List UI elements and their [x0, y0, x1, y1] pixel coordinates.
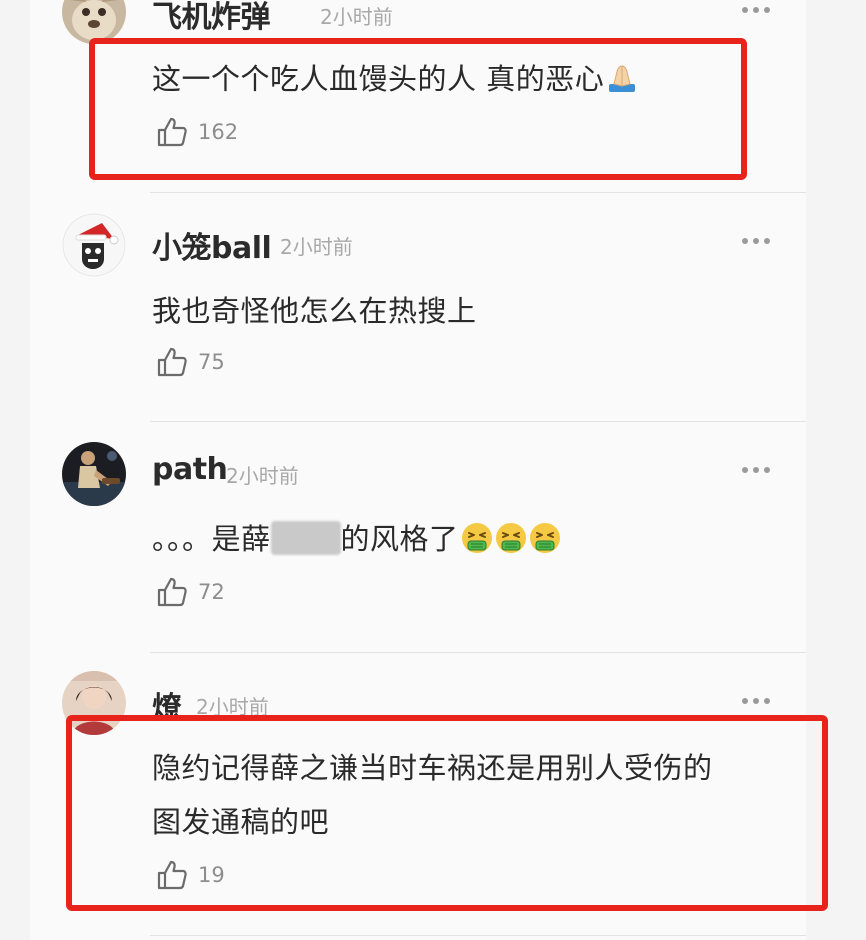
more-options-icon[interactable] — [742, 6, 772, 14]
avatar[interactable] — [62, 442, 126, 506]
comment-text: 。。。是薛 的风格了 — [152, 516, 561, 558]
more-options-icon[interactable] — [742, 466, 772, 474]
highlight-box — [66, 715, 828, 911]
like-count: 72 — [198, 580, 225, 604]
like-count: 75 — [198, 350, 225, 374]
redacted-blur — [270, 521, 341, 555]
username[interactable]: 飞机炸弹 — [152, 0, 271, 36]
avatar[interactable] — [62, 213, 126, 277]
nauseated-face-emoji-icon — [461, 523, 492, 553]
comment-item: path 2小时前 。。。是薛 的风格了 72 — [30, 422, 806, 653]
username[interactable]: path — [152, 452, 228, 487]
timestamp: 2小时前 — [280, 235, 353, 259]
like-button[interactable]: 75 — [156, 346, 225, 378]
nauseated-face-emoji-icon — [529, 523, 560, 553]
timestamp: 2小时前 — [320, 5, 393, 29]
comment-text: 我也奇怪他怎么在热搜上 — [152, 294, 477, 328]
divider — [150, 935, 806, 936]
timestamp: 2小时前 — [226, 464, 299, 488]
more-options-icon[interactable] — [742, 237, 772, 245]
nauseated-face-emoji-icon — [495, 523, 526, 553]
thumbs-up-icon — [157, 347, 187, 377]
comment-item: 小笼ball 2小时前 我也奇怪他怎么在热搜上 75 — [30, 193, 806, 422]
thumbs-up-icon — [157, 577, 187, 607]
username[interactable]: 小笼ball — [152, 223, 272, 267]
highlight-box — [89, 38, 747, 180]
like-button[interactable]: 72 — [156, 576, 225, 608]
more-options-icon[interactable] — [742, 697, 772, 705]
